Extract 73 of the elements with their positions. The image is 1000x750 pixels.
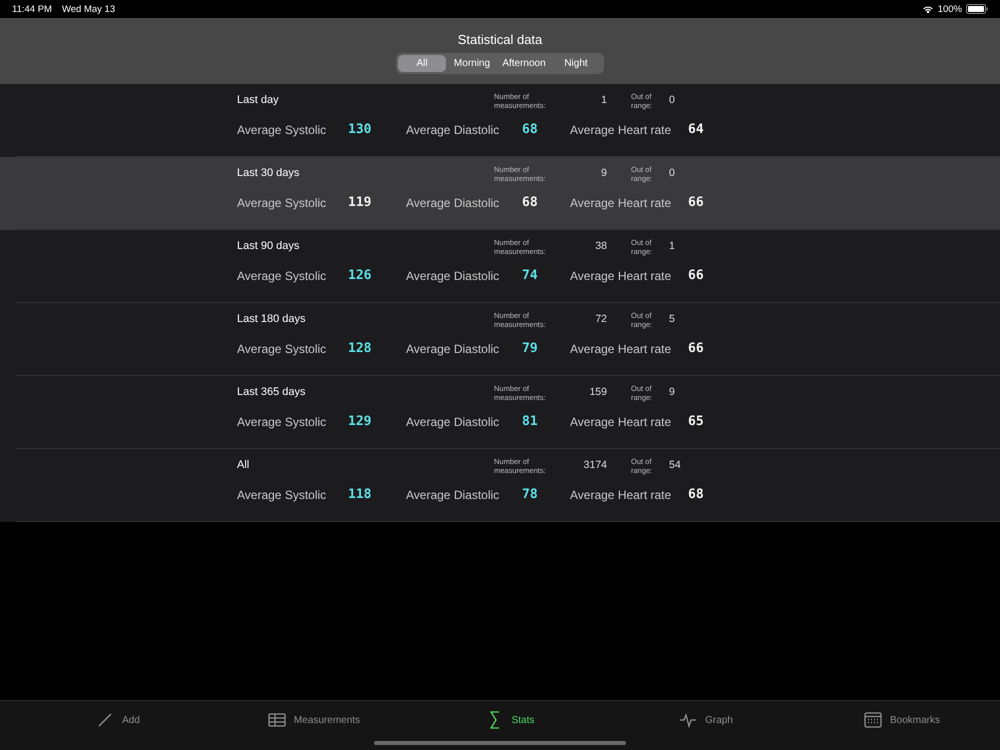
stat-label: Average Heart rate	[570, 414, 672, 428]
range-value: 5	[668, 312, 676, 325]
stat-label: Average Systolic	[237, 196, 328, 210]
segment-button[interactable]: All	[398, 55, 446, 72]
count-value: 3174	[582, 458, 607, 471]
stat-label: Average Systolic	[237, 122, 328, 136]
count-value: 9	[600, 166, 607, 179]
period-label: Last 180 days	[237, 312, 306, 325]
stat-value: 81	[522, 414, 539, 429]
stat-value: 78	[522, 487, 539, 502]
stat-label: Average Heart rate	[570, 268, 672, 282]
stat-label: Average Heart rate	[570, 122, 672, 136]
stat-value: 129	[348, 414, 372, 429]
battery-icon	[966, 4, 988, 14]
tab-item[interactable]: Graph	[608, 701, 804, 739]
stat-value: 66	[688, 195, 705, 210]
count-value: 159	[588, 385, 607, 398]
stat-value: 119	[348, 195, 372, 210]
screen-title: Statistical data	[458, 32, 542, 47]
stat-label: Average Heart rate	[570, 488, 672, 502]
range-value: 54	[668, 458, 682, 471]
stat-value: 130	[348, 122, 372, 137]
stat-label: Average Heart rate	[570, 342, 672, 356]
stat-value: 128	[348, 341, 372, 356]
stat-label: Average Systolic	[237, 414, 328, 428]
stat-label: Average Diastolic	[406, 342, 500, 356]
tab-item[interactable]: Stats	[412, 701, 608, 739]
period-label: All	[237, 458, 250, 471]
range-value: 0	[668, 93, 676, 106]
pencil-icon	[96, 711, 114, 729]
stat-value: 66	[688, 341, 705, 356]
pulse-icon	[679, 711, 698, 729]
stat-value: 68	[688, 487, 705, 502]
tab-item[interactable]: Measurements	[216, 701, 412, 739]
stat-value: 68	[522, 195, 539, 210]
period-label: Last 30 days	[237, 166, 300, 179]
stat-label: Average Diastolic	[406, 122, 500, 136]
segment-button[interactable]: Morning	[446, 55, 498, 72]
status-date: Wed May 13	[62, 4, 116, 14]
stat-label: Average Diastolic	[406, 414, 500, 428]
stat-value: 79	[522, 341, 539, 356]
stat-label: Average Systolic	[237, 488, 328, 502]
stat-value: 66	[688, 268, 705, 283]
period-label: Last 90 days	[237, 239, 300, 252]
table-icon	[268, 711, 286, 729]
period-label: Last 365 days	[237, 385, 306, 398]
stat-value: 64	[688, 122, 705, 137]
battery-percent: 100%	[938, 4, 962, 14]
stat-label: Average Systolic	[237, 268, 328, 282]
count-value: 38	[594, 239, 607, 252]
stat-value: 126	[348, 268, 372, 283]
status-time: 11:44 PM	[12, 4, 52, 14]
tab-item[interactable]: Bookmarks	[804, 701, 1000, 739]
count-value: 72	[594, 312, 607, 325]
calendar-icon	[864, 711, 882, 729]
wifi-icon	[922, 4, 934, 14]
stat-label: Average Diastolic	[406, 488, 500, 502]
segment-button[interactable]: Afternoon	[498, 55, 550, 72]
stat-label: Average Diastolic	[406, 268, 500, 282]
stat-value: 65	[688, 414, 705, 429]
stat-label: Average Systolic	[237, 342, 328, 356]
stat-value: 118	[348, 487, 372, 502]
count-value: 1	[600, 93, 607, 106]
segment-button[interactable]: Night	[550, 55, 602, 72]
range-value: 1	[668, 239, 676, 252]
range-value: 9	[668, 385, 676, 398]
stat-value: 74	[522, 268, 539, 283]
stat-label: Average Heart rate	[570, 196, 672, 210]
tab-item[interactable]: Add	[20, 701, 216, 739]
stat-value: 68	[522, 122, 539, 137]
range-value: 0	[668, 166, 676, 179]
period-label: Last day	[237, 93, 280, 106]
stat-label: Average Diastolic	[406, 196, 500, 210]
